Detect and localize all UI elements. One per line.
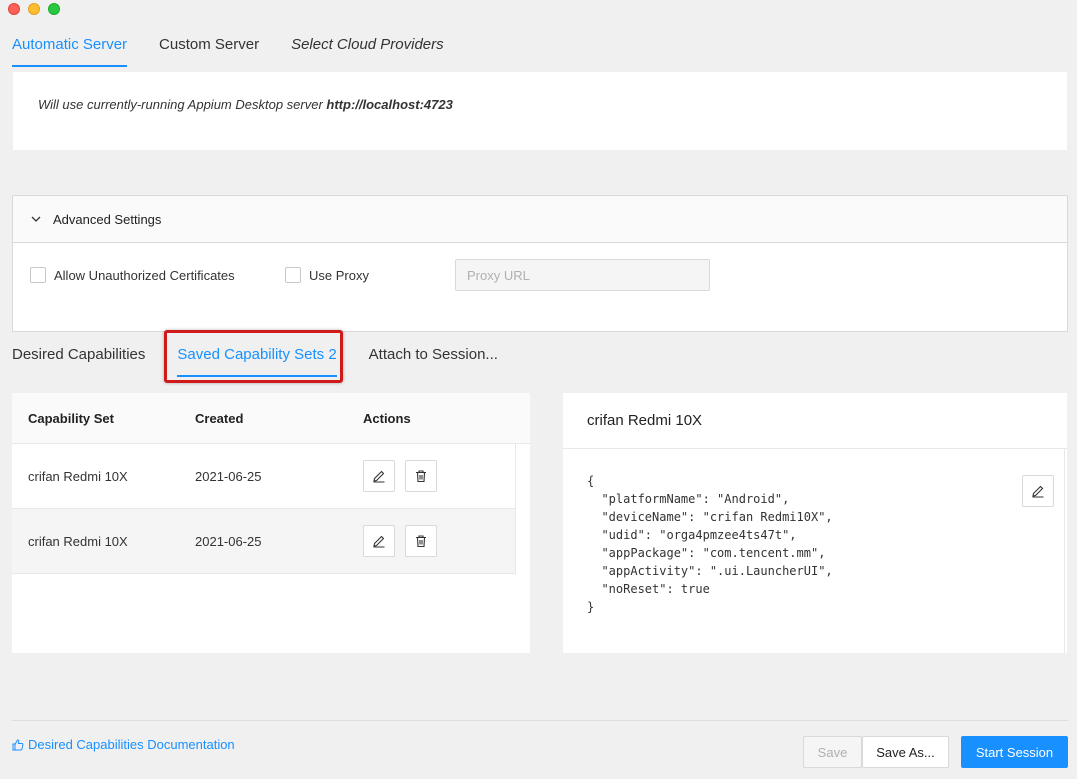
close-window-button[interactable] (8, 3, 20, 15)
capability-json: { "platformName": "Android", "deviceName… (587, 474, 833, 614)
delete-set-button[interactable] (405, 460, 437, 492)
edit-icon (373, 535, 385, 548)
row-capability-set-name: crifan Redmi 10X (28, 533, 128, 549)
edit-icon (1032, 485, 1044, 498)
tab-custom-server[interactable]: Custom Server (159, 36, 259, 67)
delete-set-button[interactable] (405, 525, 437, 557)
app-window: Automatic Server Custom Server Select Cl… (0, 0, 1077, 779)
edit-set-button[interactable] (363, 525, 395, 557)
advanced-settings-header[interactable]: Advanced Settings (13, 196, 1067, 243)
table-header: Capability Set Created Actions (12, 393, 530, 444)
desired-capabilities-doc-link[interactable]: Desired Capabilities Documentation (12, 737, 235, 752)
row-created-date: 2021-06-25 (195, 533, 262, 549)
column-header-actions: Actions (363, 410, 411, 426)
tab-attach-to-session[interactable]: Attach to Session... (369, 346, 498, 377)
save-button[interactable]: Save (803, 736, 862, 768)
trash-icon (416, 535, 426, 548)
capability-detail-card: crifan Redmi 10X { "platformName": "Andr… (563, 393, 1067, 653)
highlight-annotation (164, 330, 343, 383)
allow-unauthorized-row[interactable]: Allow Unauthorized Certificates (30, 267, 235, 283)
server-info-panel: Will use currently-running Appium Deskto… (13, 72, 1067, 150)
column-header-created: Created (195, 410, 244, 426)
server-info-prefix: Will use currently-running Appium Deskto… (38, 97, 327, 112)
trash-icon (416, 470, 426, 483)
table-scrollbar[interactable] (515, 444, 516, 574)
thumbs-up-icon (12, 738, 24, 750)
save-as-button[interactable]: Save As... (862, 736, 949, 768)
edit-json-button[interactable] (1022, 475, 1054, 507)
doc-link-text: Desired Capabilities Documentation (28, 737, 235, 752)
chevron-down-icon (31, 216, 41, 222)
tab-automatic-server[interactable]: Automatic Server (12, 36, 128, 67)
advanced-settings-panel: Advanced Settings Allow Unauthorized Cer… (12, 195, 1068, 332)
footer-divider (12, 720, 1068, 721)
tab-cloud-providers[interactable]: Select Cloud Providers (291, 36, 444, 67)
column-header-capability-set: Capability Set (28, 410, 114, 426)
tab-desired-capabilities[interactable]: Desired Capabilities (12, 346, 145, 377)
use-proxy-checkbox[interactable] (285, 267, 301, 283)
row-capability-set-name: crifan Redmi 10X (28, 468, 128, 484)
advanced-settings-title: Advanced Settings (53, 211, 162, 227)
use-proxy-row[interactable]: Use Proxy (285, 267, 369, 283)
saved-sets-table: Capability Set Created Actions crifan Re… (12, 393, 530, 653)
window-controls (8, 3, 60, 15)
proxy-url-input[interactable] (455, 259, 710, 291)
edit-set-button[interactable] (363, 460, 395, 492)
start-session-button[interactable]: Start Session (961, 736, 1068, 768)
table-row[interactable]: crifan Redmi 10X 2021-06-25 (12, 444, 515, 509)
table-row[interactable]: crifan Redmi 10X 2021-06-25 (12, 509, 515, 574)
server-url: http://localhost:4723 (326, 97, 453, 112)
row-created-date: 2021-06-25 (195, 468, 262, 484)
allow-unauthorized-checkbox[interactable] (30, 267, 46, 283)
server-info-text: Will use currently-running Appium Deskto… (38, 97, 453, 112)
use-proxy-label: Use Proxy (309, 267, 369, 283)
zoom-window-button[interactable] (48, 3, 60, 15)
detail-scrollbar[interactable] (1064, 449, 1065, 653)
allow-unauthorized-label: Allow Unauthorized Certificates (54, 267, 235, 283)
edit-icon (373, 470, 385, 483)
minimize-window-button[interactable] (28, 3, 40, 15)
detail-title: crifan Redmi 10X (563, 393, 1067, 449)
server-tabs: Automatic Server Custom Server Select Cl… (12, 36, 444, 67)
